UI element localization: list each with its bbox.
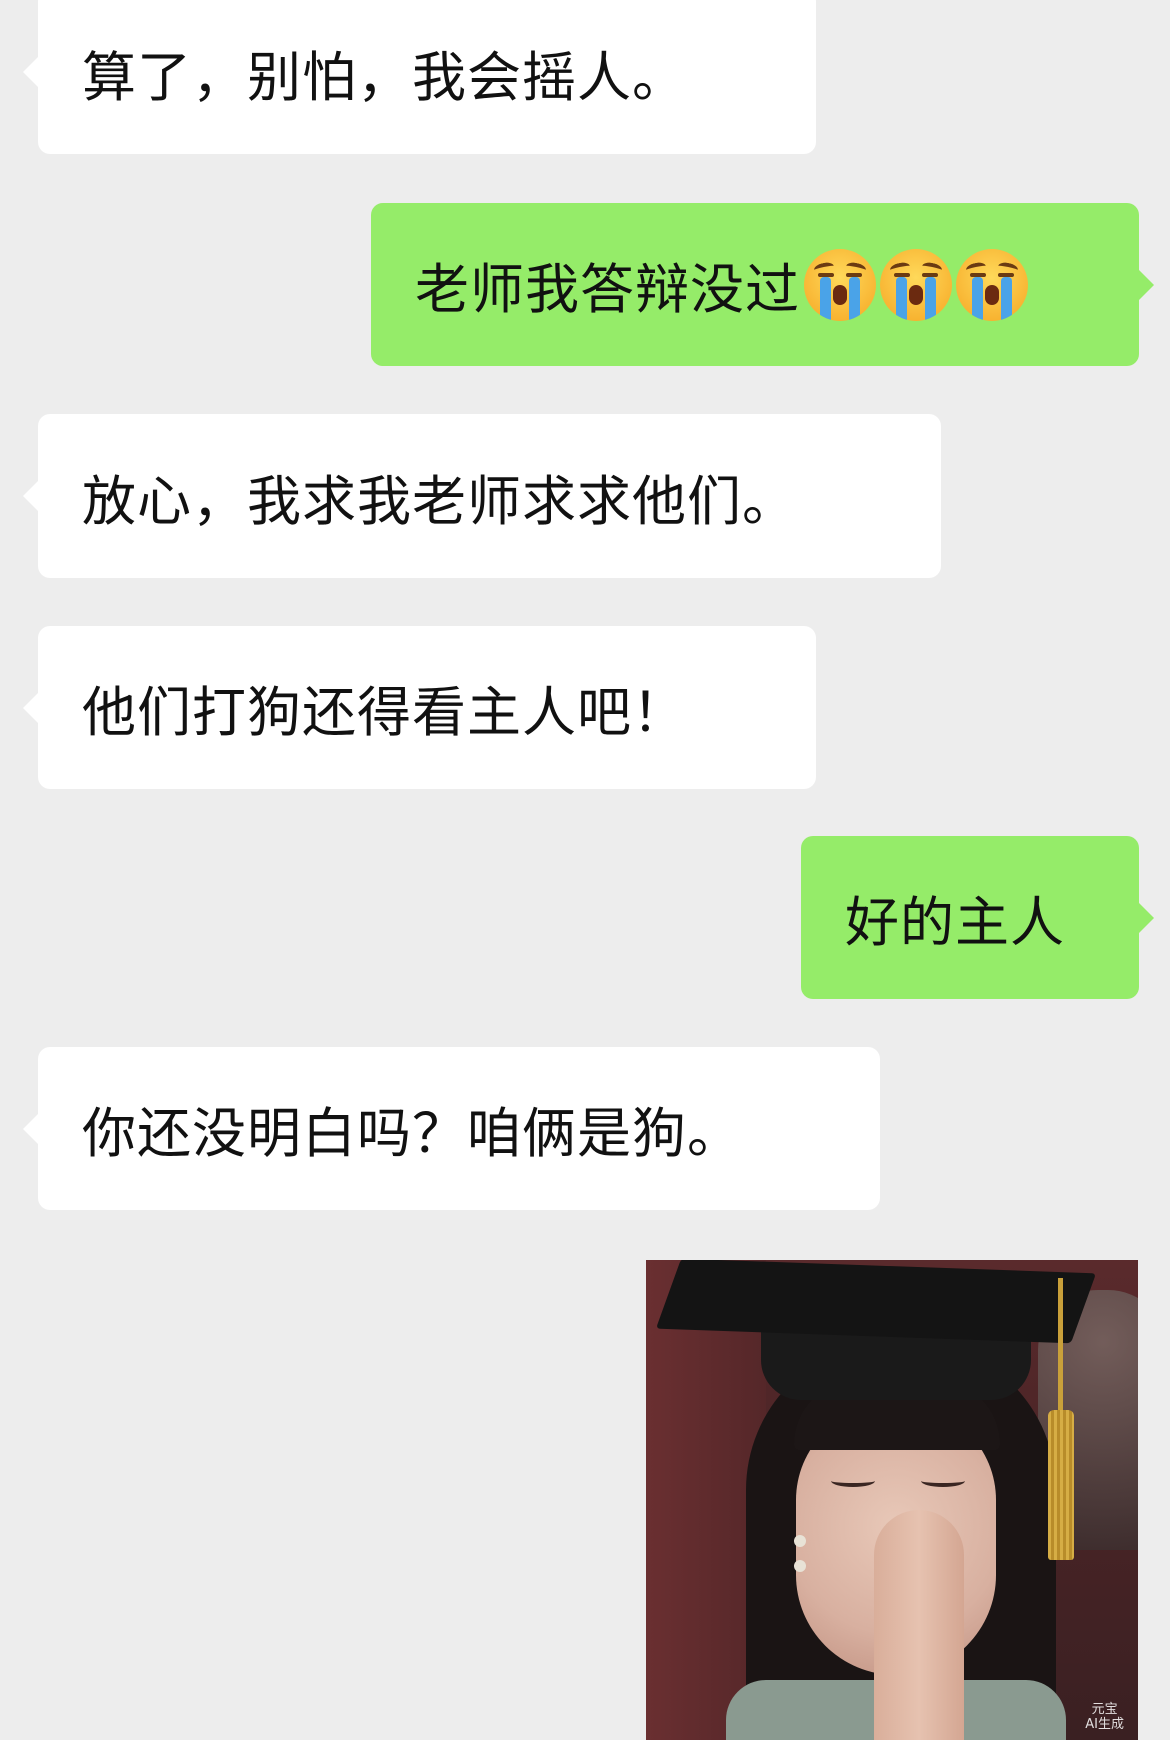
closed-eye-left <box>831 1475 875 1487</box>
tassel <box>1048 1410 1074 1560</box>
incoming-message-bubble[interactable]: 算了，别怕，我会摇人。 <box>23 0 816 154</box>
watermark-line: AI生成 <box>1085 1717 1124 1732</box>
watermark-line: 元宝 <box>1091 1702 1118 1717</box>
tassel-cord <box>1058 1278 1063 1418</box>
message-text: 他们打狗还得看主人吧！ <box>82 681 687 744</box>
closed-eye-right <box>921 1475 965 1487</box>
message-text: 你还没明白吗？咱俩是狗。 <box>82 1102 742 1165</box>
ai-watermark: 元宝 AI生成 <box>1085 1702 1124 1732</box>
message-text: 好的主人 <box>845 891 1065 954</box>
praying-hands <box>874 1510 964 1740</box>
message-text: 算了，别怕，我会摇人。 <box>82 45 687 109</box>
crying-face-icon <box>956 248 1028 321</box>
crying-face-icon <box>804 248 876 321</box>
message-text: 放心，我求我老师求求他们。 <box>82 469 797 533</box>
earring <box>794 1560 806 1572</box>
image-message[interactable]: 元宝 AI生成 <box>646 1260 1138 1740</box>
earring <box>794 1535 806 1547</box>
crying-face-icon <box>880 248 952 321</box>
message-text: 老师我答辩没过 <box>415 258 800 321</box>
incoming-message-bubble[interactable]: 你还没明白吗？咱俩是狗。 <box>23 1047 880 1210</box>
incoming-message-bubble[interactable]: 他们打狗还得看主人吧！ <box>23 626 816 789</box>
outgoing-message-bubble[interactable]: 老师我答辩没过 <box>371 203 1154 366</box>
graduation-cap-board <box>655 1260 1097 1344</box>
outgoing-message-bubble[interactable]: 好的主人 <box>801 836 1154 999</box>
incoming-message-bubble[interactable]: 放心，我求我老师求求他们。 <box>23 414 941 578</box>
